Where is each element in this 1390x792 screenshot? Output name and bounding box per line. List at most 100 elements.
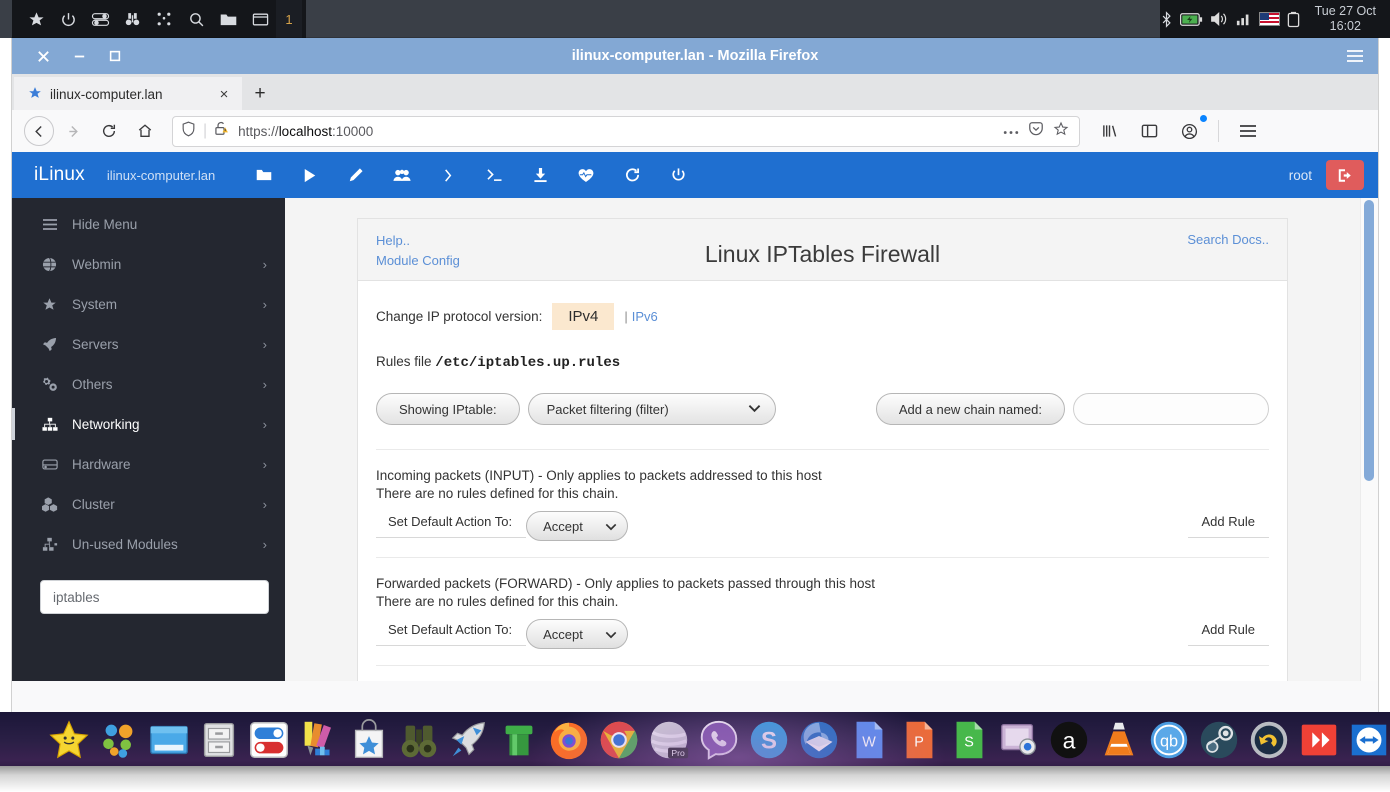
terminal-icon[interactable] bbox=[471, 152, 517, 198]
binoculars-icon[interactable] bbox=[116, 0, 148, 38]
url-text[interactable]: https://localhost:10000 bbox=[234, 124, 997, 139]
sidebar-search-input[interactable]: iptables bbox=[40, 580, 269, 614]
steam-icon[interactable] bbox=[1196, 717, 1244, 765]
sidebar-item-others[interactable]: Others › bbox=[12, 364, 285, 404]
sidebar-item-cluster[interactable]: Cluster › bbox=[12, 484, 285, 524]
hamburger-icon[interactable] bbox=[1346, 48, 1364, 64]
opera-pro-icon[interactable]: Pro bbox=[646, 717, 694, 765]
close-icon[interactable] bbox=[26, 42, 60, 70]
firefox-icon[interactable] bbox=[546, 717, 594, 765]
flag-icon[interactable] bbox=[1258, 12, 1280, 26]
search-icon[interactable] bbox=[180, 0, 212, 38]
default-action-select[interactable]: Accept bbox=[526, 619, 629, 649]
sidebar-item-servers[interactable]: Servers › bbox=[12, 324, 285, 364]
toggles-icon[interactable] bbox=[84, 0, 116, 38]
iptable-select[interactable]: Packet filtering (filter) bbox=[527, 393, 776, 425]
module-config-link[interactable]: Module Config bbox=[376, 253, 460, 268]
pencil-icon[interactable] bbox=[333, 152, 379, 198]
binoculars-icon[interactable] bbox=[396, 717, 444, 765]
library-icon[interactable] bbox=[1092, 116, 1126, 146]
default-action-select[interactable]: Accept bbox=[526, 511, 629, 541]
help-link[interactable]: Help.. bbox=[376, 233, 410, 248]
url-bar[interactable]: | https://localhost:10000 bbox=[172, 115, 1080, 147]
software-store-icon[interactable] bbox=[346, 717, 394, 765]
protocol-ipv4-selected: IPv4 bbox=[552, 303, 615, 330]
new-tab-button[interactable]: + bbox=[242, 77, 278, 110]
add-rule-button[interactable]: Add Rule bbox=[1187, 514, 1269, 538]
shield-icon[interactable] bbox=[181, 121, 196, 142]
power-icon[interactable] bbox=[52, 0, 84, 38]
forward-button[interactable] bbox=[56, 116, 90, 146]
star-icon[interactable] bbox=[20, 0, 52, 38]
sidebar-item-system[interactable]: System › bbox=[12, 284, 285, 324]
skype-icon[interactable]: S bbox=[746, 717, 794, 765]
file-cabinet-icon[interactable] bbox=[196, 717, 244, 765]
thunderbird-icon[interactable] bbox=[796, 717, 844, 765]
app-menu-icon[interactable] bbox=[1231, 116, 1265, 146]
bubbles-icon[interactable] bbox=[96, 717, 144, 765]
refresh-icon[interactable] bbox=[609, 152, 655, 198]
bluetooth-icon[interactable] bbox=[1160, 10, 1173, 28]
anydesk-icon[interactable] bbox=[1296, 717, 1344, 765]
chevron-right-icon[interactable] bbox=[425, 152, 471, 198]
browser-tab[interactable]: ilinux-computer.lan × bbox=[14, 77, 242, 110]
users-icon[interactable] bbox=[379, 152, 425, 198]
settings-toggles-icon[interactable] bbox=[246, 717, 294, 765]
download-icon[interactable] bbox=[517, 152, 563, 198]
green-pipe-icon[interactable] bbox=[496, 717, 544, 765]
vlc-icon[interactable] bbox=[1096, 717, 1144, 765]
back-button[interactable] bbox=[24, 116, 54, 146]
sidebar-item-unused-modules[interactable]: Un-used Modules › bbox=[12, 524, 285, 564]
signal-icon[interactable] bbox=[1236, 12, 1252, 26]
minimize-icon[interactable] bbox=[62, 42, 96, 70]
star-smile-icon[interactable] bbox=[46, 717, 94, 765]
wps-spreadsheet-icon[interactable]: S bbox=[946, 717, 994, 765]
ellipsis-icon[interactable] bbox=[1003, 122, 1019, 140]
home-button[interactable] bbox=[128, 116, 162, 146]
add-chain-button[interactable]: Add a new chain named: bbox=[875, 393, 1065, 425]
close-icon[interactable]: × bbox=[214, 86, 234, 103]
qbittorrent-icon[interactable]: qb bbox=[1146, 717, 1194, 765]
sidebar-icon[interactable] bbox=[1132, 116, 1166, 146]
account-icon[interactable] bbox=[1172, 115, 1207, 146]
undo-disc-icon[interactable] bbox=[1246, 717, 1294, 765]
theme-palette-icon[interactable] bbox=[296, 717, 344, 765]
apps-grid-icon[interactable] bbox=[148, 0, 180, 38]
viber-icon[interactable] bbox=[696, 717, 744, 765]
chrome-icon[interactable] bbox=[596, 717, 644, 765]
maximize-icon[interactable] bbox=[98, 42, 132, 70]
audacious-icon[interactable]: a bbox=[1046, 717, 1094, 765]
add-rule-button[interactable]: Add Rule bbox=[1187, 622, 1269, 646]
sidebar-item-webmin[interactable]: Webmin › bbox=[12, 244, 285, 284]
webmin-brand[interactable]: iLinux bbox=[34, 164, 85, 186]
search-docs-link[interactable]: Search Docs.. bbox=[1187, 232, 1269, 247]
teamviewer-icon[interactable] bbox=[1346, 717, 1390, 765]
protocol-ipv6-link[interactable]: IPv6 bbox=[632, 309, 658, 324]
sidebar-item-hide-menu[interactable]: Hide Menu bbox=[12, 204, 285, 244]
wps-presentation-icon[interactable]: P bbox=[896, 717, 944, 765]
volume-icon[interactable] bbox=[1210, 11, 1229, 27]
logout-button[interactable] bbox=[1326, 160, 1364, 190]
wps-writer-icon[interactable]: W bbox=[846, 717, 894, 765]
clock[interactable]: Tue 27 Oct 16:02 bbox=[1307, 4, 1382, 34]
clipboard-icon[interactable] bbox=[1287, 11, 1300, 28]
folder-icon[interactable] bbox=[241, 152, 287, 198]
lock-warning-icon[interactable] bbox=[214, 121, 229, 142]
heart-pulse-icon[interactable] bbox=[563, 152, 609, 198]
window-manager-icon[interactable] bbox=[146, 717, 194, 765]
rocket-launch-icon[interactable] bbox=[446, 717, 494, 765]
screenshot-icon[interactable] bbox=[996, 717, 1044, 765]
window-icon[interactable] bbox=[244, 0, 276, 38]
page-scrollbar-thumb[interactable] bbox=[1364, 200, 1374, 481]
workspace-number[interactable]: 1 bbox=[276, 0, 302, 38]
battery-icon[interactable] bbox=[1179, 12, 1203, 27]
star-outline-icon[interactable] bbox=[1053, 121, 1069, 142]
reload-button[interactable] bbox=[92, 116, 126, 146]
add-chain-input[interactable] bbox=[1073, 393, 1269, 425]
sidebar-item-hardware[interactable]: Hardware › bbox=[12, 444, 285, 484]
sidebar-item-networking[interactable]: Networking › bbox=[12, 404, 285, 444]
power-icon[interactable] bbox=[655, 152, 701, 198]
pocket-icon[interactable] bbox=[1028, 121, 1044, 142]
folder-icon[interactable] bbox=[212, 0, 244, 38]
play-icon[interactable] bbox=[287, 152, 333, 198]
